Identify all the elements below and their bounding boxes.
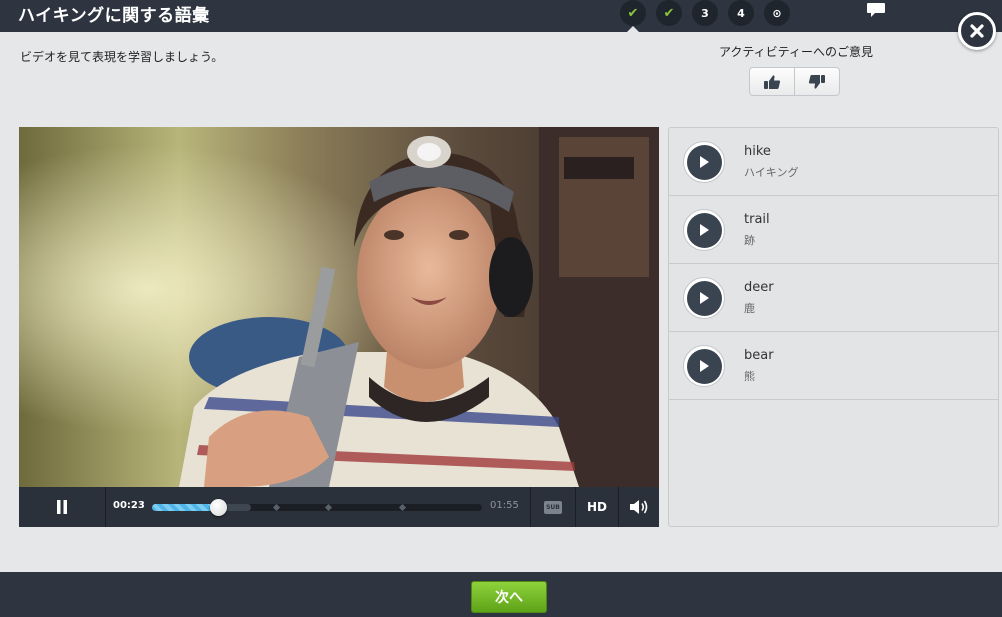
video-player[interactable]: 00:23 01:55 SUB HD (19, 127, 659, 527)
vocab-item[interactable]: deer 鹿 (669, 264, 998, 332)
vocab-meaning: 跡 (744, 234, 755, 247)
vocab-meaning: 熊 (744, 370, 755, 383)
speech-bubble-icon[interactable] (866, 2, 886, 18)
vocab-item[interactable]: bear 熊 (669, 332, 998, 400)
vocab-term: bear (744, 348, 774, 363)
step-3-indicator[interactable]: 3 (692, 0, 718, 26)
footer-bar: 次へ (0, 572, 1002, 617)
progress-track[interactable] (152, 499, 482, 516)
play-icon (700, 292, 709, 304)
volume-button[interactable] (619, 487, 659, 527)
close-icon (970, 24, 984, 38)
total-time: 01:55 (490, 500, 519, 511)
seek-handle[interactable] (210, 499, 227, 516)
vocab-list: hike ハイキング trail 跡 deer 鹿 bear 熊 (668, 127, 999, 527)
current-step-pointer (627, 26, 639, 32)
step-final-indicator[interactable]: ⊙ (764, 0, 790, 26)
step-4-indicator[interactable]: 4 (728, 0, 754, 26)
vocab-play-button[interactable] (683, 141, 725, 183)
subtitles-icon: SUB (544, 500, 562, 514)
progress-bar (152, 504, 218, 511)
pause-button[interactable] (19, 487, 105, 527)
play-icon (700, 156, 709, 168)
feedback-buttons (749, 67, 840, 96)
step-2-indicator[interactable]: ✔ (656, 0, 682, 26)
vocab-play-button[interactable] (683, 209, 725, 251)
subtitles-button[interactable]: SUB (531, 487, 575, 527)
top-bar: ハイキングに関する語彙 ✔ ✔ 3 4 ⊙ (0, 0, 1002, 32)
instruction-text: ビデオを見て表現を学習しましょう。 (20, 50, 224, 64)
pause-icon (57, 500, 67, 514)
thumbs-up-button[interactable] (750, 68, 794, 95)
thumbs-down-icon (808, 74, 825, 89)
play-icon (700, 224, 709, 236)
vocab-play-button[interactable] (683, 277, 725, 319)
hd-button[interactable]: HD (576, 487, 618, 527)
vocab-item[interactable]: hike ハイキング (669, 128, 998, 196)
feedback-label: アクティビティーへのご意見 (719, 45, 873, 59)
vocab-term: hike (744, 144, 771, 159)
vocab-meaning: ハイキング (744, 166, 799, 179)
video-frame[interactable] (19, 127, 659, 487)
cue-marker (324, 503, 333, 512)
thumbs-up-icon (764, 74, 781, 89)
play-icon (700, 360, 709, 372)
current-time: 00:23 (113, 500, 145, 511)
close-button[interactable] (958, 12, 996, 50)
volume-icon (630, 500, 648, 514)
controls-divider (105, 487, 106, 527)
step-1-indicator[interactable]: ✔ (620, 0, 646, 26)
cue-marker (272, 503, 281, 512)
video-controls: 00:23 01:55 SUB HD (19, 487, 659, 527)
vocab-term: deer (744, 280, 774, 295)
next-button[interactable]: 次へ (471, 581, 547, 613)
activity-title: ハイキングに関する語彙 (18, 6, 210, 26)
thumbs-down-button[interactable] (794, 68, 839, 95)
vocab-play-button[interactable] (683, 345, 725, 387)
vocab-meaning: 鹿 (744, 302, 755, 315)
cue-marker (398, 503, 407, 512)
vocab-term: trail (744, 212, 770, 227)
vocab-item[interactable]: trail 跡 (669, 196, 998, 264)
